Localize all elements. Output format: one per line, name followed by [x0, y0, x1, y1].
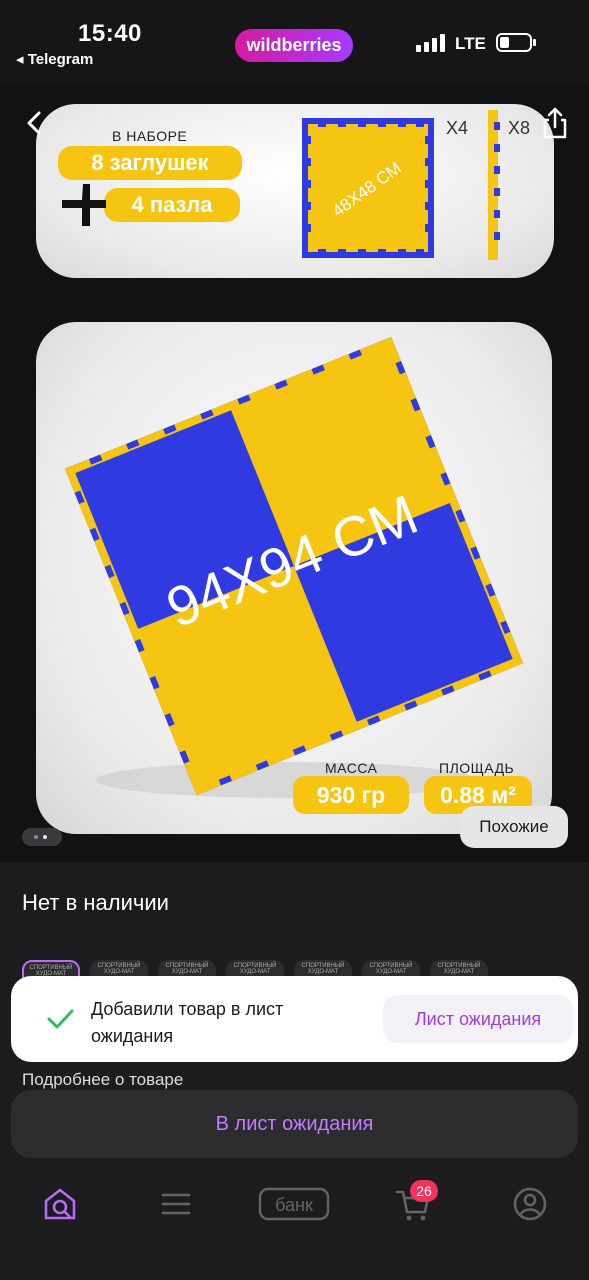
home-search-icon[interactable] [40, 1184, 80, 1224]
mat-tile-image: 48Х48 СМ [302, 118, 434, 258]
battery-icon [496, 33, 536, 52]
similar-button[interactable]: Похожие [460, 806, 568, 848]
catalog-menu-icon[interactable] [156, 1184, 196, 1224]
assembled-mat-image: 94Х94 СМ [64, 336, 524, 798]
brand-logo: wildberries [235, 29, 353, 62]
in-set-label: В НАБОРЕ [112, 128, 188, 144]
gallery-image-assembled: 94Х94 СМ МАССА ПЛОЩАДЬ 930 гр 0.88 м² [36, 322, 552, 834]
share-icon[interactable] [540, 106, 570, 140]
status-bar: 15:40 ◂ Telegram wildberries LTE [0, 0, 589, 82]
cart-badge: 26 [410, 1180, 438, 1202]
back-to-telegram-link[interactable]: ◂ Telegram [16, 50, 93, 68]
gallery-pagination[interactable] [22, 828, 62, 846]
waitlist-toast: Добавили товар в лист ожидания Лист ожид… [11, 976, 578, 1062]
product-gallery[interactable]: В НАБОРЕ 8 заглушек 4 пазла 48Х48 СМ Х4 … [0, 82, 589, 862]
area-label: ПЛОЩАДЬ [439, 760, 515, 776]
mass-label: МАССА [325, 760, 378, 776]
details-link[interactable]: Подробнее о товаре [22, 1070, 183, 1090]
svg-text:банк: банк [275, 1195, 313, 1215]
profile-icon[interactable] [510, 1184, 550, 1224]
checkmark-icon [47, 1009, 74, 1029]
bottom-tab-bar: банк 26 [0, 1166, 589, 1280]
plugs-pill: 8 заглушек [58, 146, 242, 180]
plus-icon [62, 184, 106, 226]
tile-count: Х4 [446, 118, 469, 138]
puzzles-pill: 4 пазла [104, 188, 240, 222]
back-chevron-icon[interactable] [20, 108, 50, 138]
signal-icon [416, 34, 445, 52]
bank-icon[interactable]: банк [258, 1184, 330, 1224]
edge-strip-image [488, 110, 500, 260]
gallery-image-kit: В НАБОРЕ 8 заглушек 4 пазла 48Х48 СМ Х4 … [36, 104, 554, 278]
mass-value: 930 гр [293, 776, 409, 814]
add-to-waitlist-button[interactable]: В лист ожидания [11, 1090, 578, 1158]
open-waitlist-button[interactable]: Лист ожидания [383, 995, 573, 1043]
toast-message: Добавили товар в лист ожидания [91, 999, 284, 1046]
availability-section: Нет в наличии [0, 862, 589, 932]
network-type: LTE [455, 34, 486, 53]
strip-count: Х8 [508, 118, 531, 138]
clock: 15:40 [78, 20, 142, 47]
availability-status: Нет в наличии [22, 890, 169, 915]
